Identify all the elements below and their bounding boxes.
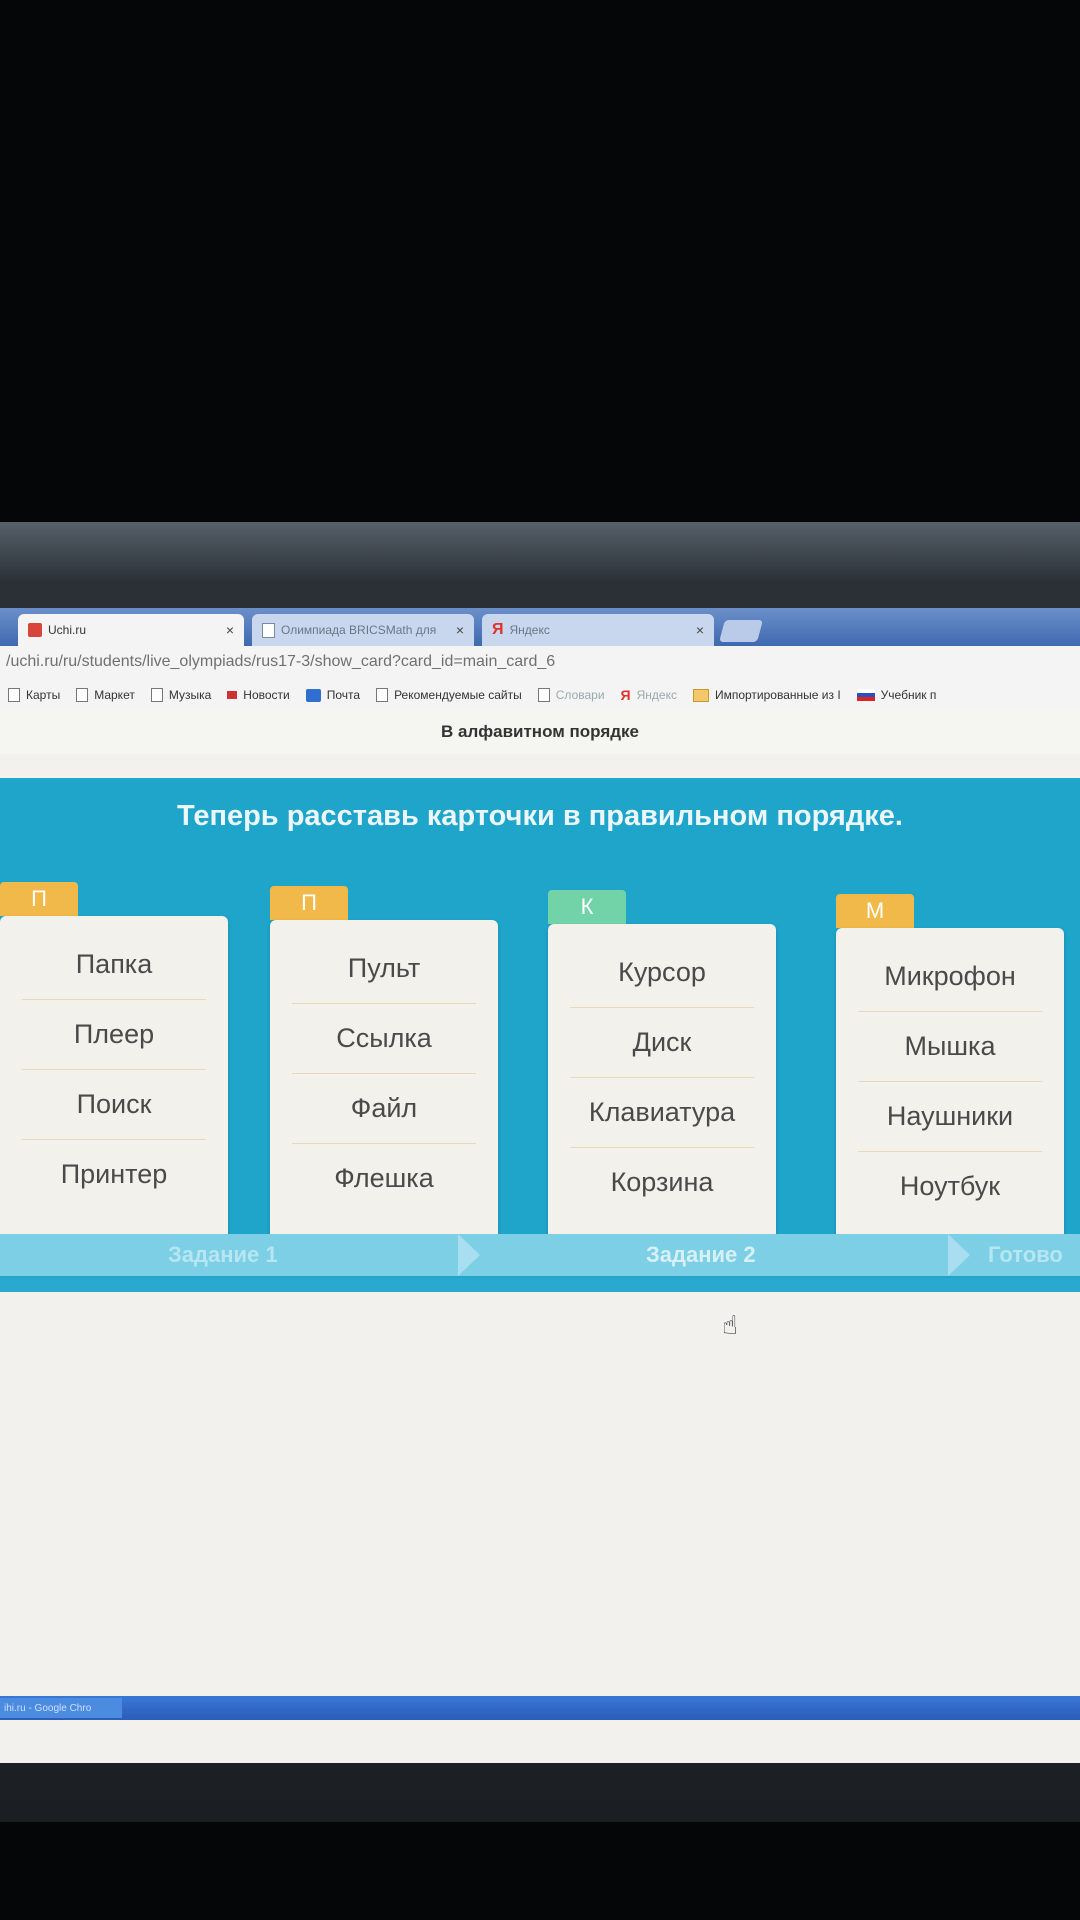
mouse-pointer-icon: ☝ (722, 1310, 738, 1340)
step-task-1[interactable]: Задание 1 (168, 1234, 278, 1276)
instruction-text: Теперь расставь карточки в правильном по… (177, 800, 903, 832)
bookmark-textbook[interactable]: Учебник п (856, 688, 936, 702)
page-icon (76, 688, 89, 702)
url-text[interactable]: /uchi.ru/ru/students/live_olympiads/rus1… (6, 653, 555, 671)
word-item[interactable]: Диск (570, 1008, 754, 1078)
word-item[interactable]: Курсор (570, 938, 754, 1008)
tab-label: Олимпиада BRICSMath для (281, 623, 437, 637)
word-item[interactable]: Наушники (858, 1082, 1042, 1152)
close-icon[interactable]: × (226, 622, 234, 638)
task-area: Теперь расставь карточки в правильном по… (0, 778, 1080, 1278)
uchi-favicon-icon (28, 623, 42, 637)
page-icon (537, 688, 550, 702)
letter-tag: П (0, 882, 78, 916)
close-icon[interactable]: × (696, 622, 704, 638)
taskbar: ihi.ru - Google Chro (0, 1696, 1080, 1720)
bookmark-dictionaries[interactable]: Словари (537, 688, 605, 702)
bookmark-maps[interactable]: Карты (8, 688, 60, 702)
letter-tag: М (836, 894, 914, 928)
divider (0, 1278, 1080, 1292)
bookmark-news[interactable]: Новости (227, 688, 290, 702)
word-card[interactable]: Микрофон Мышка Наушники Ноутбук (836, 928, 1064, 1258)
mail-icon (305, 688, 321, 702)
bookmark-music[interactable]: Музыка (150, 688, 211, 702)
word-item[interactable]: Пульт (292, 934, 476, 1004)
word-item[interactable]: Плеер (22, 1000, 206, 1070)
new-tab-button[interactable] (719, 620, 763, 642)
bookmarks-bar: Карты Маркет Музыка Новости Почта Рекоме… (0, 680, 1080, 711)
tab-bricsmath[interactable]: Олимпиада BRICSMath для × (252, 614, 474, 646)
progress-bar: Задание 1 Задание 2 Готово (0, 1234, 1080, 1276)
letter-tag: К (548, 890, 626, 924)
document-icon (262, 622, 275, 638)
word-item[interactable]: Папка (22, 930, 206, 1000)
bookmark-imported-folder[interactable]: Импортированные из I (692, 688, 841, 702)
page-icon (150, 688, 163, 702)
word-card[interactable]: Курсор Диск Клавиатура Корзина (548, 924, 776, 1254)
page-title: В алфавитном порядке (0, 710, 1080, 754)
step-task-2[interactable]: Задание 2 (646, 1234, 756, 1276)
word-card[interactable]: Папка Плеер Поиск Принтер (0, 916, 228, 1246)
word-item[interactable]: Флешка (292, 1144, 476, 1213)
tab-yandex[interactable]: Я Яндекс × (482, 614, 714, 646)
yandex-icon: Я (492, 621, 504, 638)
tab-bar: Uchi.ru × Олимпиада BRICSMath для × Я Ян… (0, 608, 1080, 646)
word-item[interactable]: Принтер (22, 1140, 206, 1209)
word-item[interactable]: Клавиатура (570, 1078, 754, 1148)
bookmark-mail[interactable]: Почта (305, 688, 360, 702)
chevron-right-icon (948, 1234, 970, 1276)
address-bar[interactable]: /uchi.ru/ru/students/live_olympiads/rus1… (0, 646, 1080, 681)
screen: Uchi.ru × Олимпиада BRICSMath для × Я Ян… (0, 608, 1080, 1763)
tab-uchi[interactable]: Uchi.ru × (18, 614, 244, 646)
folder-icon (692, 688, 709, 702)
tab-label: Uchi.ru (48, 623, 87, 637)
bookmark-recommended[interactable]: Рекомендуемые сайты (376, 688, 522, 702)
word-item[interactable]: Файл (292, 1074, 476, 1144)
word-card[interactable]: Пульт Ссылка Файл Флешка (270, 920, 498, 1250)
word-item[interactable]: Ноутбук (858, 1152, 1042, 1221)
tab-label: Яндекс (509, 623, 550, 637)
yandex-icon: Я (620, 687, 631, 703)
word-item[interactable]: Поиск (22, 1070, 206, 1140)
word-item[interactable]: Корзина (570, 1148, 754, 1217)
chevron-right-icon (458, 1234, 480, 1276)
taskbar-chrome-button[interactable]: ihi.ru - Google Chro (0, 1698, 122, 1718)
word-item[interactable]: Мышка (858, 1012, 1042, 1082)
step-done[interactable]: Готово (988, 1234, 1063, 1276)
news-icon (227, 691, 238, 699)
page-icon (376, 688, 389, 702)
close-icon[interactable]: × (456, 622, 464, 638)
word-item[interactable]: Ссылка (292, 1004, 476, 1074)
word-item[interactable]: Микрофон (858, 942, 1042, 1012)
bookmark-market[interactable]: Маркет (76, 688, 135, 702)
page-icon (8, 688, 20, 702)
letter-tag: П (270, 886, 348, 920)
bookmark-yandex[interactable]: Я Яндекс (621, 687, 677, 703)
flag-icon (856, 689, 875, 701)
